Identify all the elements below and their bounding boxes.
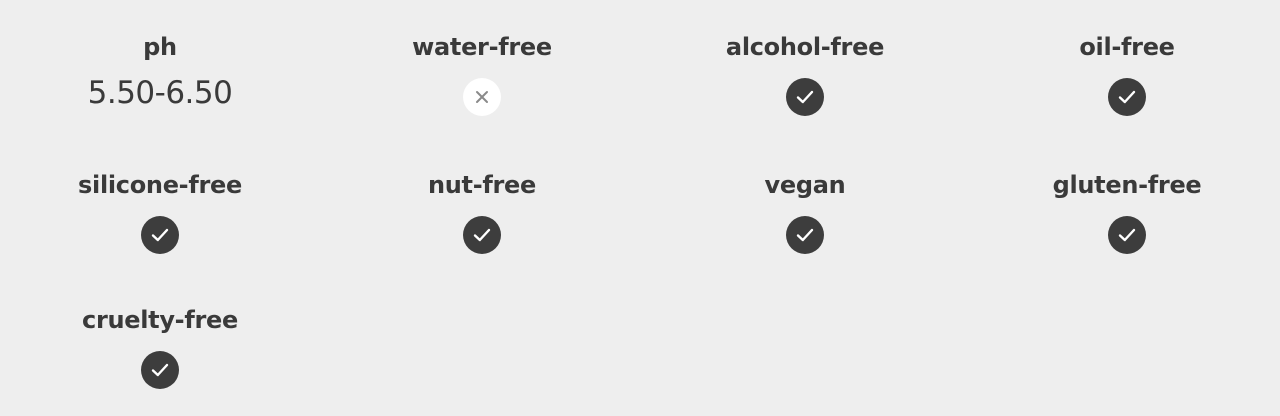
attribute-ph: ph 5.50-6.50	[0, 0, 320, 136]
checkmark-icon	[141, 351, 179, 389]
product-attributes-grid: ph 5.50-6.50 water-free alcohol-free oil…	[0, 0, 1280, 416]
ph-value: 5.50-6.50	[87, 75, 233, 111]
x-icon	[463, 78, 501, 116]
attribute-label: gluten-free	[1052, 171, 1202, 199]
attribute-alcohol-free: alcohol-free	[645, 0, 965, 136]
attribute-label: vegan	[764, 171, 846, 199]
attribute-label: alcohol-free	[725, 33, 885, 61]
attribute-nut-free: nut-free	[322, 138, 642, 274]
attribute-gluten-free: gluten-free	[967, 138, 1280, 274]
checkmark-icon	[786, 216, 824, 254]
attribute-silicone-free: silicone-free	[0, 138, 320, 274]
checkmark-icon	[141, 216, 179, 254]
attribute-label: silicone-free	[78, 171, 242, 199]
attribute-vegan: vegan	[645, 138, 965, 274]
attribute-label: oil-free	[1079, 33, 1175, 61]
attribute-label: cruelty-free	[82, 306, 238, 334]
attribute-label: nut-free	[427, 171, 537, 199]
attribute-cruelty-free: cruelty-free	[0, 273, 320, 409]
checkmark-icon	[463, 216, 501, 254]
checkmark-icon	[1108, 78, 1146, 116]
checkmark-icon	[786, 78, 824, 116]
checkmark-icon	[1108, 216, 1146, 254]
attribute-label: ph	[143, 33, 177, 61]
attribute-oil-free: oil-free	[967, 0, 1280, 136]
attribute-water-free: water-free	[322, 0, 642, 136]
attribute-label: water-free	[412, 33, 552, 61]
